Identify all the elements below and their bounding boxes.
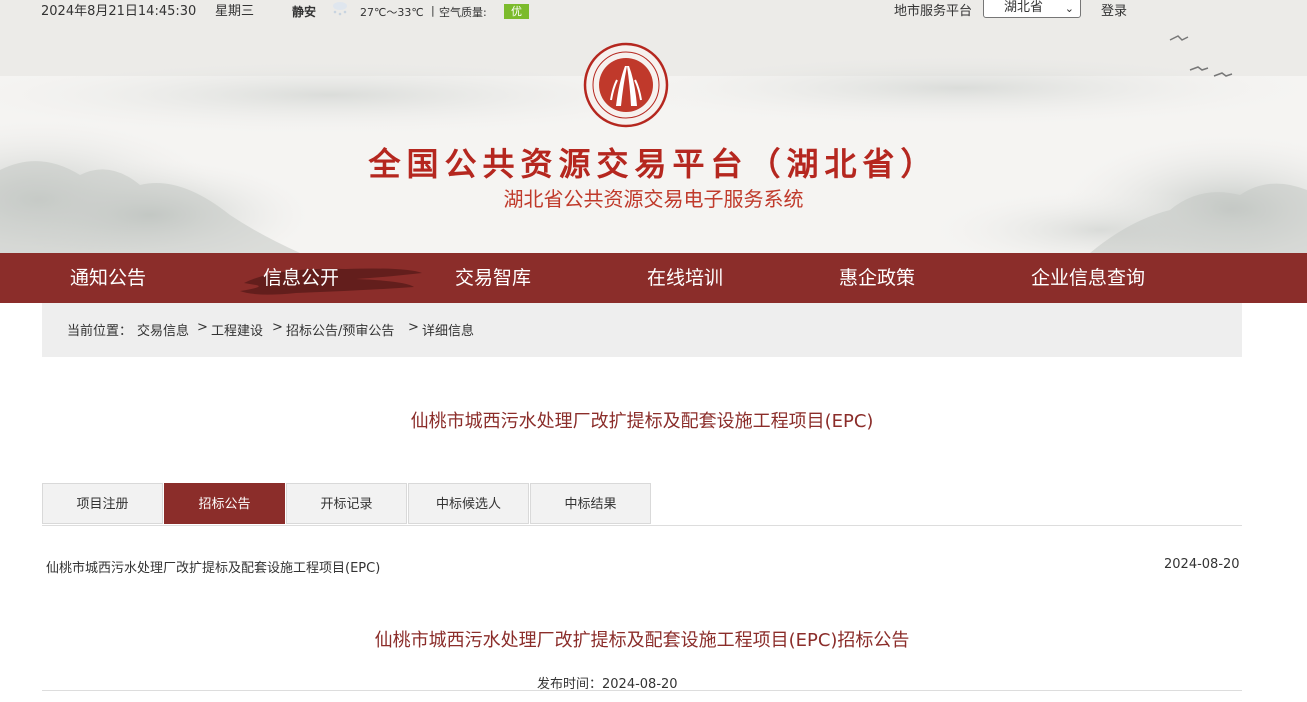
nav-item-enterprise-search[interactable]: 企业信息查询 — [1031, 253, 1145, 303]
nav-item-online-training[interactable]: 在线培训 — [647, 253, 723, 303]
tab-winning-result[interactable]: 中标结果 — [530, 483, 651, 524]
notice-title: 仙桃市城西污水处理厂改扩提标及配套设施工程项目(EPC)招标公告 — [374, 630, 910, 651]
breadcrumb-separator: > — [197, 320, 208, 335]
main-nav: 通知公告 信息公开 交易智库 在线培训 惠企政策 企业信息查询 — [0, 253, 1307, 303]
breadcrumb-item-details: 详细信息 — [422, 324, 475, 339]
air-quality-badge: 优 — [504, 4, 529, 19]
public-resource-trading-seal-logo — [583, 42, 669, 128]
nav-item-notices[interactable]: 通知公告 — [70, 253, 146, 303]
breadcrumb-item-construction[interactable]: 工程建设 — [211, 320, 263, 339]
top-info-bar: 2024年8月21日14:45:30 星期三 静安 27℃～33℃ | 空气质量… — [0, 0, 1307, 22]
temperature: 27℃～33℃ — [360, 6, 424, 19]
nav-item-info-disclosure[interactable]: 信息公开 — [263, 253, 339, 303]
divider — [42, 690, 1242, 691]
listing-title-link[interactable]: 仙桃市城西污水处理厂改扩提标及配套设施工程项目(EPC) — [46, 557, 380, 576]
breadcrumb-item-tender-notices[interactable]: 招标公告/预审公告 — [286, 320, 394, 339]
breadcrumb: 当前位置： 交易信息 > 工程建设 > 招标公告/预审公告 > 详细信息 — [42, 303, 1242, 357]
province-select-value: 湖北省 — [1004, 0, 1044, 15]
project-stage-tabs: 项目注册 招标公告 开标记录 中标候选人 中标结果 — [42, 483, 1242, 526]
nav-item-trading-think-tank[interactable]: 交易智库 — [455, 253, 531, 303]
tab-project-registration[interactable]: 项目注册 — [42, 483, 163, 524]
tab-bid-opening-record[interactable]: 开标记录 — [286, 483, 407, 524]
weather-city: 静安 — [292, 5, 317, 19]
breadcrumb-label: 当前位置： — [67, 324, 133, 339]
city-platform-label: 地市服务平台 — [894, 4, 973, 19]
weather-separator: | — [431, 4, 435, 17]
breadcrumb-separator: > — [272, 320, 283, 335]
tab-tender-notice[interactable]: 招标公告 — [164, 483, 285, 524]
chevron-down-icon: ⌄ — [1064, 2, 1074, 15]
site-title: 全国公共资源交易平台（湖北省） — [368, 145, 939, 183]
breadcrumb-item-trading-info[interactable]: 交易信息 — [137, 320, 189, 339]
snow-cloud-icon — [333, 2, 347, 16]
site-subtitle: 湖北省公共资源交易电子服务系统 — [503, 187, 804, 211]
site-header: 2024年8月21日14:45:30 星期三 静安 27℃～33℃ | 空气质量… — [0, 0, 1307, 253]
current-datetime: 2024年8月21日14:45:30 — [41, 4, 197, 19]
tab-winning-candidates[interactable]: 中标候选人 — [408, 483, 529, 524]
project-title: 仙桃市城西污水处理厂改扩提标及配套设施工程项目(EPC) — [410, 411, 874, 432]
breadcrumb-separator: > — [408, 320, 419, 335]
province-select[interactable]: 湖北省 ⌄ — [983, 0, 1081, 18]
listing-date: 2024-08-20 — [1164, 557, 1240, 572]
login-link[interactable]: 登录 — [1101, 0, 1127, 19]
weekday: 星期三 — [215, 4, 255, 19]
nav-item-enterprise-policy[interactable]: 惠企政策 — [839, 253, 915, 303]
air-quality-label: 空气质量: — [439, 6, 487, 19]
